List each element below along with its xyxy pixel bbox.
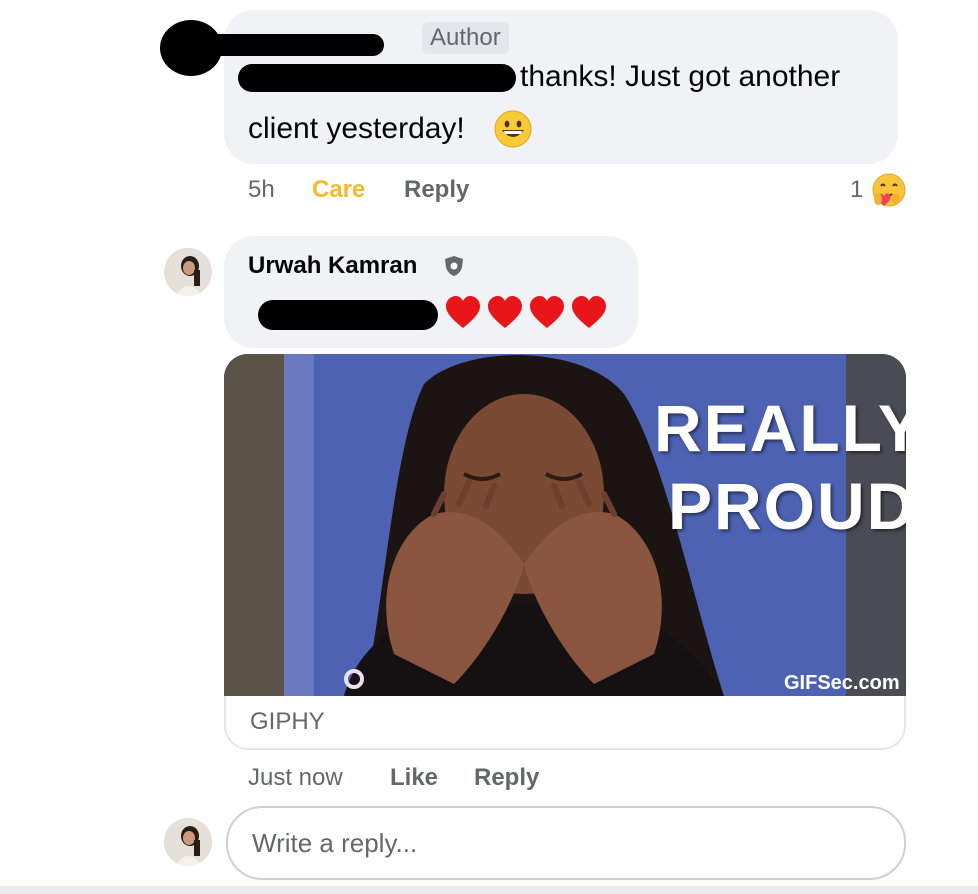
- gif-attachment[interactable]: REALLY PROUD GIFSec.com: [224, 354, 906, 696]
- comment-1-reply-button[interactable]: Reply: [404, 176, 469, 204]
- comment-2-bubble: Urwah Kamran: [224, 236, 638, 348]
- comment-1-text-line2: client yesterday!: [248, 112, 465, 145]
- bottom-divider: [0, 886, 978, 894]
- reaction-count[interactable]: 1: [850, 176, 863, 204]
- current-user-avatar[interactable]: [164, 818, 212, 866]
- comment-1-bubble: Author thanks! Just got another client y…: [194, 10, 898, 164]
- comment-1-time: 5h: [248, 176, 275, 203]
- comment-1: Author thanks! Just got another client y…: [0, 0, 978, 220]
- red-heart-icon: [528, 294, 566, 332]
- redacted-mention: [238, 64, 516, 92]
- redacted-mention: [258, 300, 438, 330]
- red-heart-icon: [486, 294, 524, 332]
- reply-input-box[interactable]: [226, 806, 906, 880]
- gif-source-bar[interactable]: GIPHY: [224, 696, 906, 750]
- avatar[interactable]: [164, 248, 212, 296]
- comment-2-time: Just now: [248, 764, 343, 791]
- care-emoji-icon[interactable]: [870, 172, 908, 210]
- gif-caption-line2: PROUD: [668, 469, 906, 543]
- author-badge: Author: [422, 22, 509, 54]
- red-heart-icon: [570, 294, 608, 332]
- gif-caption-line1: REALLY: [654, 391, 906, 465]
- gif-source-label: GIPHY: [250, 708, 325, 735]
- redacted-author-name: [194, 34, 384, 56]
- like-button[interactable]: Like: [390, 764, 438, 792]
- comment-2-reply-button[interactable]: Reply: [474, 764, 539, 792]
- gif-watermark: GIFSec.com: [784, 672, 900, 694]
- comment-1-text-line1: thanks! Just got another: [520, 60, 841, 93]
- comment-2-author-name[interactable]: Urwah Kamran: [248, 252, 417, 280]
- shield-icon: [442, 254, 466, 278]
- reply-input[interactable]: [250, 822, 874, 864]
- red-heart-icon: [444, 294, 482, 332]
- care-reaction-button[interactable]: Care: [312, 176, 365, 204]
- hearts-row: [444, 294, 612, 332]
- grinning-face-icon: [494, 110, 532, 148]
